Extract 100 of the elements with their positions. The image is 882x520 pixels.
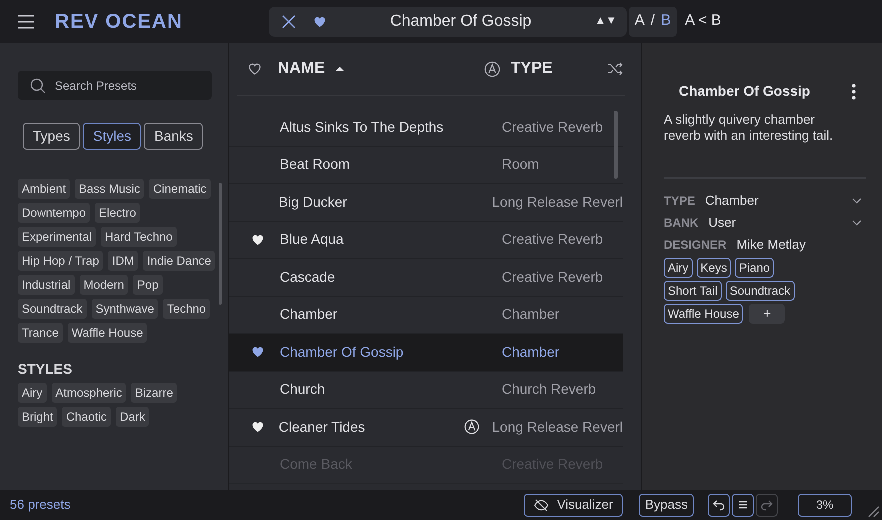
scrollbar[interactable]: [219, 183, 222, 305]
filter-tag[interactable]: Pop: [133, 275, 163, 295]
scrollbar[interactable]: [614, 111, 618, 179]
preset-title: Chamber Of Gossip: [679, 82, 812, 101]
copy-ab-button[interactable]: A < B: [685, 10, 722, 33]
sort-icon[interactable]: [336, 66, 344, 72]
preset-type: Long Release Reverl: [492, 418, 624, 437]
heart-icon[interactable]: [251, 420, 265, 434]
resize-grip[interactable]: [868, 506, 880, 518]
preset-type: Long Release Reverl: [492, 192, 624, 212]
undo-button[interactable]: [708, 494, 730, 516]
cpu-meter: 3%: [798, 494, 852, 516]
chevron-icon[interactable]: [852, 198, 862, 204]
menu-button[interactable]: [732, 494, 754, 516]
button-label: Visualizer: [557, 496, 614, 514]
filter-tag[interactable]: Synthwave: [92, 299, 158, 319]
filter-tag[interactable]: Industrial: [18, 275, 75, 295]
preset-name: Altus Sinks To The Depths: [280, 118, 445, 137]
preset-type: Chamber: [502, 305, 560, 324]
preset-tag[interactable]: Airy: [664, 258, 693, 278]
filter-tag[interactable]: Techno: [163, 299, 210, 319]
preset-type: Chamber: [502, 342, 560, 362]
filter-tag[interactable]: Bright: [18, 407, 58, 427]
search-icon: [30, 78, 46, 94]
factory-filter-icon[interactable]: [484, 60, 501, 78]
heart-icon[interactable]: [251, 232, 265, 247]
heart-icon[interactable]: [312, 14, 327, 28]
column-header[interactable]: TYPE: [511, 57, 607, 81]
filter-tag[interactable]: Trance: [18, 323, 63, 343]
preset-row[interactable]: Cleaner Tides Long Release Reverl: [229, 409, 623, 446]
preset-row[interactable]: Church Church Reverb: [229, 372, 623, 409]
filter-tag[interactable]: Electro: [95, 203, 140, 223]
preset-type: Creative Reverb: [502, 230, 604, 250]
heart-icon[interactable]: [251, 345, 265, 360]
step-arrows[interactable]: ▲▼: [595, 13, 617, 30]
preset-name: Chamber Of Gossip: [389, 12, 533, 32]
field-label: TYPE: [664, 193, 696, 210]
preset-tag[interactable]: Soundtrack: [726, 281, 795, 301]
ab-label[interactable]: /: [650, 10, 656, 33]
field-label: DESIGNER: [664, 237, 727, 254]
filter-tab[interactable]: Banks: [144, 123, 204, 150]
preset-row[interactable]: Big Ducker Long Release Reverl: [229, 184, 623, 222]
filter-tab[interactable]: Styles: [83, 123, 142, 150]
preset-row[interactable]: Blue Aqua Creative Reverb: [229, 222, 623, 259]
preset-name: Chamber: [280, 305, 339, 324]
filter-tag[interactable]: Bizarre: [131, 383, 178, 403]
filter-tag[interactable]: Ambient: [18, 179, 70, 199]
preset-name: Big Ducker: [278, 192, 348, 212]
add-tag-button[interactable]: +: [749, 304, 786, 324]
menu-icon[interactable]: [17, 14, 35, 28]
app-logo: REV OCEAN: [55, 10, 183, 34]
filter-tag[interactable]: IDM: [108, 251, 138, 271]
preset-count: 56 presets: [10, 496, 71, 514]
preset-tag[interactable]: Piano: [735, 258, 774, 278]
more-icon[interactable]: [852, 84, 856, 100]
preset-name: Chamber Of Gossip: [280, 342, 405, 362]
preset-row[interactable]: Cascade Creative Reverb: [229, 259, 623, 296]
preset-type: Church Reverb: [502, 380, 596, 400]
preset-tag[interactable]: Short Tail: [664, 281, 722, 301]
ab-label[interactable]: A: [634, 10, 645, 33]
shuffle-icon[interactable]: [607, 62, 623, 76]
bypass-button[interactable]: Bypass: [639, 494, 694, 516]
preset-name: Beat Room: [280, 155, 352, 174]
filter-tag[interactable]: Bass Music: [75, 179, 144, 199]
filter-tag[interactable]: Downtempo: [18, 203, 90, 223]
filter-tag[interactable]: Dark: [116, 407, 150, 427]
filter-tab[interactable]: Types: [23, 123, 80, 150]
preset-name: Cleaner Tides: [278, 418, 366, 437]
filter-tag[interactable]: Atmospheric: [52, 383, 126, 403]
filter-tag[interactable]: Indie Dance: [143, 251, 216, 271]
filter-tag[interactable]: Hip Hop / Trap: [18, 251, 104, 271]
filter-tag[interactable]: Soundtrack: [18, 299, 87, 319]
ab-label[interactable]: B: [661, 10, 672, 33]
close-icon[interactable]: [280, 14, 297, 30]
filter-tag[interactable]: Chaotic: [62, 407, 112, 427]
filter-tag[interactable]: Airy: [18, 383, 47, 403]
field-value[interactable]: Chamber: [705, 191, 852, 211]
ab-switch[interactable]: A / B: [628, 6, 678, 36]
filter-tag[interactable]: Experimental: [18, 227, 96, 247]
chevron-icon[interactable]: [852, 220, 862, 226]
search-field[interactable]: Search Presets: [18, 71, 212, 100]
filter-tag[interactable]: Modern: [80, 275, 128, 295]
eye-off-icon: [534, 498, 550, 512]
column-header[interactable]: NAME: [278, 57, 448, 81]
preset-type: Room: [502, 155, 540, 174]
preset-tag[interactable]: Keys: [696, 258, 732, 278]
filter-tag[interactable]: Hard Techno: [101, 227, 177, 247]
preset-tag[interactable]: Waffle House: [664, 304, 744, 324]
favorite-filter-icon[interactable]: [248, 62, 262, 76]
field-value[interactable]: User: [708, 213, 852, 233]
preset-name: Cascade: [280, 268, 336, 287]
search-input[interactable]: Search Presets: [55, 76, 195, 94]
filter-tag[interactable]: Cinematic: [149, 179, 211, 199]
visualizer-button[interactable]: Visualizer: [524, 494, 624, 516]
preset-type: Creative Reverb: [502, 118, 604, 137]
field-value: Mike Metlay: [736, 236, 808, 254]
preset-name: Blue Aqua: [280, 230, 345, 250]
preset-name: Church: [280, 380, 326, 400]
preset-row[interactable]: Chamber Of Gossip Chamber: [229, 334, 623, 372]
filter-tag[interactable]: Waffle House: [68, 323, 148, 343]
